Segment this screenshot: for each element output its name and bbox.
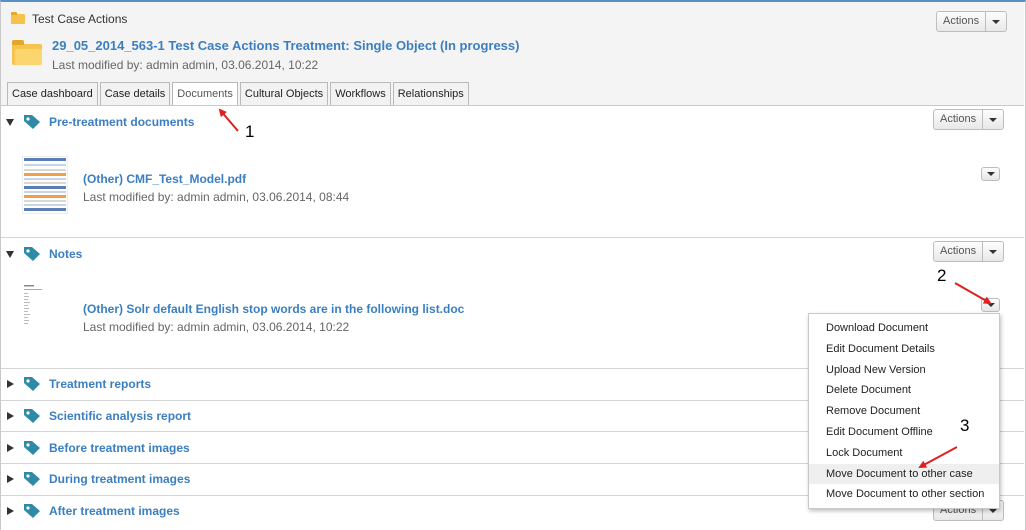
menu-item-download-document[interactable]: Download Document — [809, 318, 999, 339]
tag-icon — [24, 504, 40, 518]
chevron-down-icon[interactable] — [986, 12, 1006, 31]
chevron-down-icon[interactable] — [983, 242, 1003, 261]
menu-item-remove-document[interactable]: Remove Document — [809, 401, 999, 422]
chevron-down-icon — [986, 303, 995, 307]
tab-bar: Case dashboard Case details Documents Cu… — [7, 82, 469, 107]
menu-item-delete-document[interactable]: Delete Document — [809, 380, 999, 401]
expand-triangle-icon[interactable] — [7, 507, 14, 515]
collapse-triangle-icon[interactable] — [6, 250, 14, 258]
chevron-down-icon — [986, 172, 995, 176]
annotation-number-1: 1 — [245, 122, 255, 141]
section-title[interactable]: Scientific analysis report — [49, 409, 191, 423]
breadcrumb-label: Test Case Actions — [32, 12, 128, 26]
annotation-number-2: 2 — [937, 266, 947, 285]
tab-documents[interactable]: Documents — [172, 82, 238, 107]
document-thumbnail[interactable] — [22, 282, 68, 340]
breadcrumb[interactable]: Test Case Actions — [11, 12, 127, 26]
tag-icon — [24, 115, 40, 129]
document-title-link[interactable]: (Other) Solr default English stop words … — [83, 302, 464, 316]
section-title[interactable]: Pre-treatment documents — [49, 115, 194, 129]
tab-case-dashboard[interactable]: Case dashboard — [7, 82, 98, 106]
tab-workflows[interactable]: Workflows — [330, 82, 391, 106]
case-title[interactable]: 29_05_2014_563-1 Test Case Actions Treat… — [52, 38, 519, 53]
actions-label: Actions — [934, 242, 984, 261]
expand-triangle-icon[interactable] — [7, 475, 14, 483]
actions-label: Actions — [937, 12, 987, 31]
section-header[interactable]: Pre-treatment documents — [1, 114, 194, 130]
section-actions-button[interactable]: Actions — [933, 109, 1005, 130]
collapse-triangle-icon[interactable] — [6, 118, 14, 126]
section-header[interactable]: Before treatment images — [1, 440, 190, 456]
document-menu-button[interactable] — [981, 167, 1000, 181]
chevron-down-icon[interactable] — [983, 110, 1003, 129]
document-title-link[interactable]: (Other) CMF_Test_Model.pdf — [83, 172, 246, 186]
menu-item-lock-document[interactable]: Lock Document — [809, 443, 999, 464]
section-pre-treatment: Pre-treatment documents Actions (Other) … — [1, 106, 1024, 238]
document-meta: Last modified by: admin admin, 03.06.201… — [83, 190, 350, 204]
actions-label: Actions — [934, 110, 984, 129]
folder-icon — [11, 12, 25, 24]
tag-icon — [24, 377, 40, 391]
expand-triangle-icon[interactable] — [7, 444, 14, 452]
document-thumbnail[interactable] — [22, 156, 68, 214]
case-meta: Last modified by: admin admin, 03.06.201… — [52, 58, 319, 72]
tag-icon — [24, 472, 40, 486]
tag-icon — [24, 441, 40, 455]
section-title[interactable]: Notes — [49, 247, 82, 261]
section-title[interactable]: After treatment images — [49, 504, 180, 518]
menu-item-move-to-other-case[interactable]: Move Document to other case — [809, 463, 999, 485]
menu-item-edit-document-details[interactable]: Edit Document Details — [809, 339, 999, 360]
expand-triangle-icon[interactable] — [7, 412, 14, 420]
menu-item-edit-document-offline[interactable]: Edit Document Offline — [809, 422, 999, 443]
case-actions-button[interactable]: Actions — [936, 11, 1008, 32]
expand-triangle-icon[interactable] — [7, 380, 14, 388]
document-actions-menu: Download Document Edit Document Details … — [808, 313, 1000, 509]
tag-icon — [24, 409, 40, 423]
section-title[interactable]: During treatment images — [49, 472, 190, 486]
document-meta: Last modified by: admin admin, 03.06.201… — [83, 320, 350, 334]
document-menu-button[interactable] — [981, 298, 1000, 312]
tab-cultural-objects[interactable]: Cultural Objects — [239, 82, 329, 106]
menu-item-upload-new-version[interactable]: Upload New Version — [809, 360, 999, 381]
section-title[interactable]: Before treatment images — [49, 441, 190, 455]
tag-icon — [24, 247, 40, 261]
folder-icon — [12, 40, 42, 65]
tab-case-details[interactable]: Case details — [99, 82, 171, 106]
section-header[interactable]: Scientific analysis report — [1, 408, 191, 424]
section-title[interactable]: Treatment reports — [49, 377, 151, 391]
tab-relationships[interactable]: Relationships — [392, 82, 469, 106]
section-header[interactable]: Treatment reports — [1, 376, 151, 392]
menu-item-move-to-other-section[interactable]: Move Document to other section — [809, 484, 999, 505]
section-header[interactable]: After treatment images — [1, 503, 180, 519]
section-header[interactable]: During treatment images — [1, 471, 190, 487]
annotation-number-3: 3 — [960, 416, 970, 435]
section-header[interactable]: Notes — [1, 246, 82, 262]
section-actions-button[interactable]: Actions — [933, 241, 1005, 262]
